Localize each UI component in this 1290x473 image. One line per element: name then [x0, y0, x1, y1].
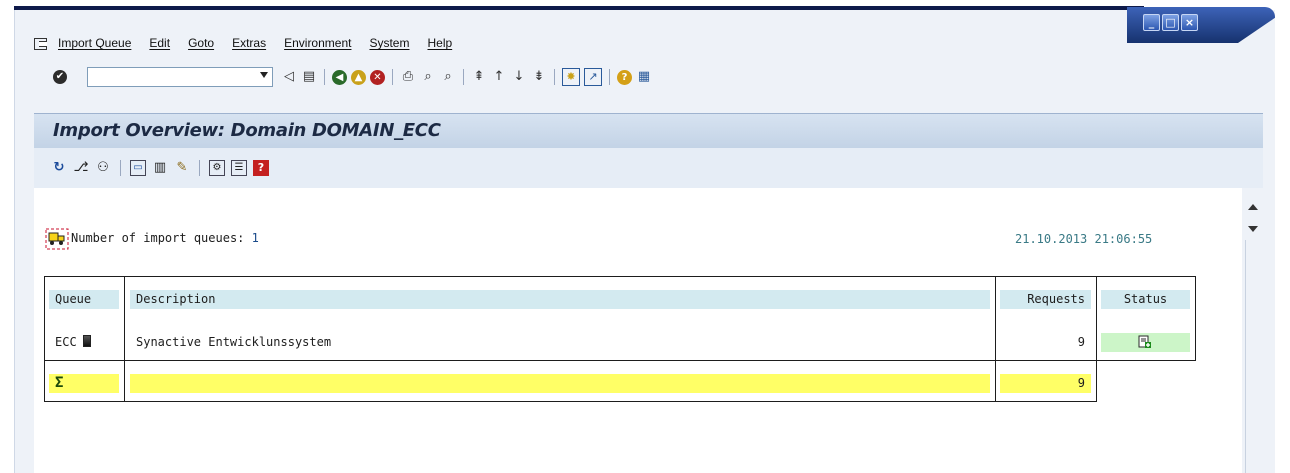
total-row-queue: Σ	[49, 374, 119, 393]
table-row-requests[interactable]: 9	[1000, 333, 1091, 352]
menu-import-queue[interactable]: Import Queue	[58, 36, 131, 50]
table-row-status[interactable]	[1101, 333, 1190, 352]
minimize-button[interactable]: _	[1143, 14, 1160, 31]
header-status[interactable]: Status	[1101, 290, 1190, 309]
save-icon[interactable]: ▤	[301, 69, 317, 85]
command-input[interactable]	[90, 70, 244, 89]
system-toolbar: ✔ ◁ ▤ ◀ ▲ ✕ ⎙ ⌕ ⌕ ⇞ ↑ ↓ ⇟ ✸ ↗ ? ▦	[14, 62, 1254, 92]
menu-edit[interactable]: Edit	[149, 36, 170, 50]
queue-blocks-icon[interactable]: ▥	[152, 160, 168, 176]
toolbar-separator	[120, 160, 121, 176]
system-toolbar-icons: ◁ ▤ ◀ ▲ ✕ ⎙ ⌕ ⌕ ⇞ ↑ ↓ ⇟ ✸ ↗ ? ▦	[279, 68, 654, 86]
menu-extras[interactable]: Extras	[232, 36, 266, 50]
back-icon[interactable]: ◀	[332, 69, 347, 85]
row-divider	[44, 360, 1196, 361]
column-divider	[995, 276, 996, 402]
timestamp: 21.10.2013 21:06:55	[1015, 232, 1153, 246]
window-top-border	[14, 6, 1144, 10]
column-divider	[124, 276, 125, 402]
scroll-down-icon[interactable]	[1248, 226, 1258, 232]
shortcut-icon[interactable]: ↗	[584, 68, 602, 86]
toolbar-separator	[199, 160, 200, 176]
layout-menu-icon[interactable]: ▦	[636, 69, 652, 85]
queue-id[interactable]: ECC	[55, 335, 77, 349]
toolbar-separator	[609, 69, 610, 85]
import-history-icon[interactable]: ✎	[174, 160, 190, 176]
previous-page-icon[interactable]: ↑	[491, 69, 507, 85]
header-requests[interactable]: Requests	[1000, 290, 1091, 309]
last-page-icon[interactable]: ⇟	[531, 69, 547, 85]
application-toolbar: ↻ ⎇ ⚇ ▭ ▥ ✎ ⚙ ☰ ?	[34, 148, 1263, 188]
menu-options-icon[interactable]	[34, 37, 48, 50]
create-session-icon[interactable]: ✸	[562, 68, 580, 86]
scroll-up-icon[interactable]	[1248, 204, 1258, 210]
vertical-scrollbar[interactable]	[1242, 198, 1263, 473]
find-next-icon[interactable]: ⌕	[440, 69, 456, 85]
title-bar: Import Overview: Domain DOMAIN_ECC	[34, 113, 1263, 149]
header-description[interactable]: Description	[130, 290, 990, 309]
menu-environment[interactable]: Environment	[284, 36, 351, 50]
toolbar-separator	[554, 69, 555, 85]
settings-icon[interactable]: ⚙	[209, 160, 225, 176]
column-divider	[1096, 276, 1097, 402]
queue-count-value: 1	[251, 231, 259, 245]
import-status-icon[interactable]	[1138, 335, 1152, 349]
find-icon[interactable]: ⌕	[420, 69, 436, 85]
system-icon	[82, 335, 91, 347]
first-page-icon[interactable]: ⇞	[471, 69, 487, 85]
menu-bar: Import Queue Edit Goto Extras Environmen…	[14, 32, 1124, 54]
exit-icon[interactable]: ▲	[351, 69, 366, 85]
command-dropdown-icon[interactable]	[260, 72, 268, 78]
refresh-icon[interactable]: ↻	[51, 160, 67, 176]
glasses-icon[interactable]: ⚇	[95, 160, 111, 176]
toolbar-separator	[324, 69, 325, 85]
menu-goto[interactable]: Goto	[188, 36, 214, 50]
list-icon[interactable]: ☰	[231, 160, 247, 176]
sum-icon: Σ	[55, 375, 64, 391]
import-queue-icon	[45, 228, 69, 250]
menu-help[interactable]: Help	[427, 36, 452, 50]
menu-system[interactable]: System	[369, 36, 409, 50]
table-row-queue[interactable]: ECC	[49, 333, 119, 352]
monitor-icon[interactable]: ▭	[130, 160, 146, 176]
maximize-button[interactable]: □	[1162, 14, 1179, 31]
help-icon[interactable]: ?	[617, 69, 632, 85]
toolbar-separator	[463, 69, 464, 85]
print-icon[interactable]: ⎙	[400, 69, 416, 85]
scroll-track[interactable]	[1245, 240, 1262, 473]
cancel-icon[interactable]: ✕	[370, 69, 385, 85]
command-field[interactable]	[87, 67, 273, 89]
toolbar-separator	[392, 69, 393, 85]
queue-count-line: Number of import queues: 1	[71, 231, 259, 245]
header-queue[interactable]: Queue	[49, 290, 119, 309]
transport-icon[interactable]: ⎇	[73, 160, 89, 176]
enter-check-icon[interactable]: ✔	[53, 70, 67, 84]
total-row-description	[130, 374, 990, 393]
next-page-icon[interactable]: ↓	[511, 69, 527, 85]
info-icon[interactable]: ?	[253, 160, 269, 176]
page-title: Import Overview: Domain DOMAIN_ECC	[53, 120, 441, 141]
close-button[interactable]: ×	[1181, 14, 1198, 31]
back-arrow-icon[interactable]: ◁	[281, 69, 297, 85]
table-row-description[interactable]: Synactive Entwicklunssystem	[130, 333, 990, 352]
queue-count-label: Number of import queues:	[71, 231, 245, 245]
total-row-requests: 9	[1000, 374, 1091, 393]
